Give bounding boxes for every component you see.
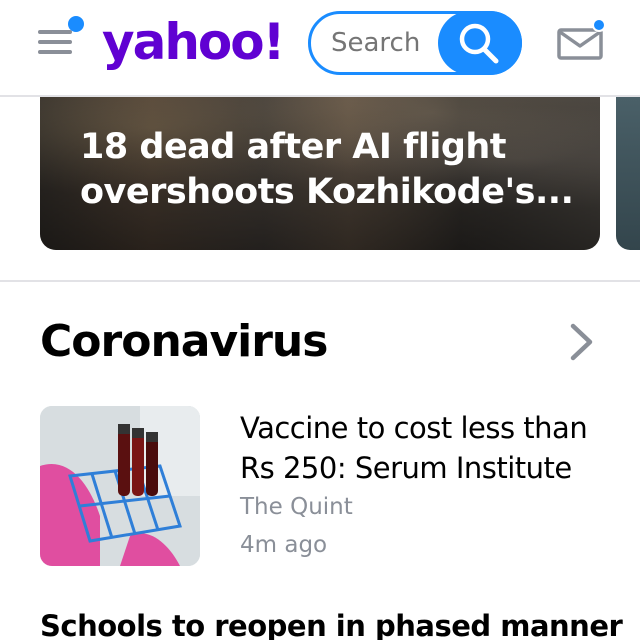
section-divider <box>0 280 640 282</box>
yahoo-logo[interactable]: yahoo! <box>102 12 285 72</box>
story-thumbnail[interactable] <box>40 406 200 566</box>
section-title[interactable]: Coronavirus <box>40 316 328 367</box>
section-more-button[interactable] <box>566 322 596 362</box>
story-source: The Quint <box>240 494 353 520</box>
next-hero-card[interactable] <box>616 97 640 250</box>
search-icon <box>459 23 499 64</box>
vaccine-test-tubes-image <box>40 406 200 566</box>
hero-story-card[interactable]: 18 dead after AI flight overshoots Kozhi… <box>40 97 600 250</box>
story-title[interactable]: Vaccine to cost less than Rs 250: Serum … <box>240 408 620 488</box>
notification-dot <box>592 18 606 32</box>
notification-dot <box>68 16 84 32</box>
chevron-right-icon <box>570 323 593 361</box>
story-timestamp: 4m ago <box>240 532 328 558</box>
hero-story-title: 18 dead after AI flight overshoots Kozhi… <box>80 127 574 212</box>
story-title[interactable]: Schools to reopen in phased manner <box>40 606 640 640</box>
menu-line <box>38 40 72 44</box>
search-input[interactable] <box>331 28 451 58</box>
search-button[interactable] <box>438 11 522 75</box>
top-header: yahoo! <box>0 0 640 97</box>
search-box[interactable] <box>308 11 522 75</box>
menu-line <box>38 50 72 54</box>
mail-button[interactable] <box>556 18 606 62</box>
menu-button[interactable] <box>36 16 84 60</box>
menu-line <box>38 30 72 34</box>
